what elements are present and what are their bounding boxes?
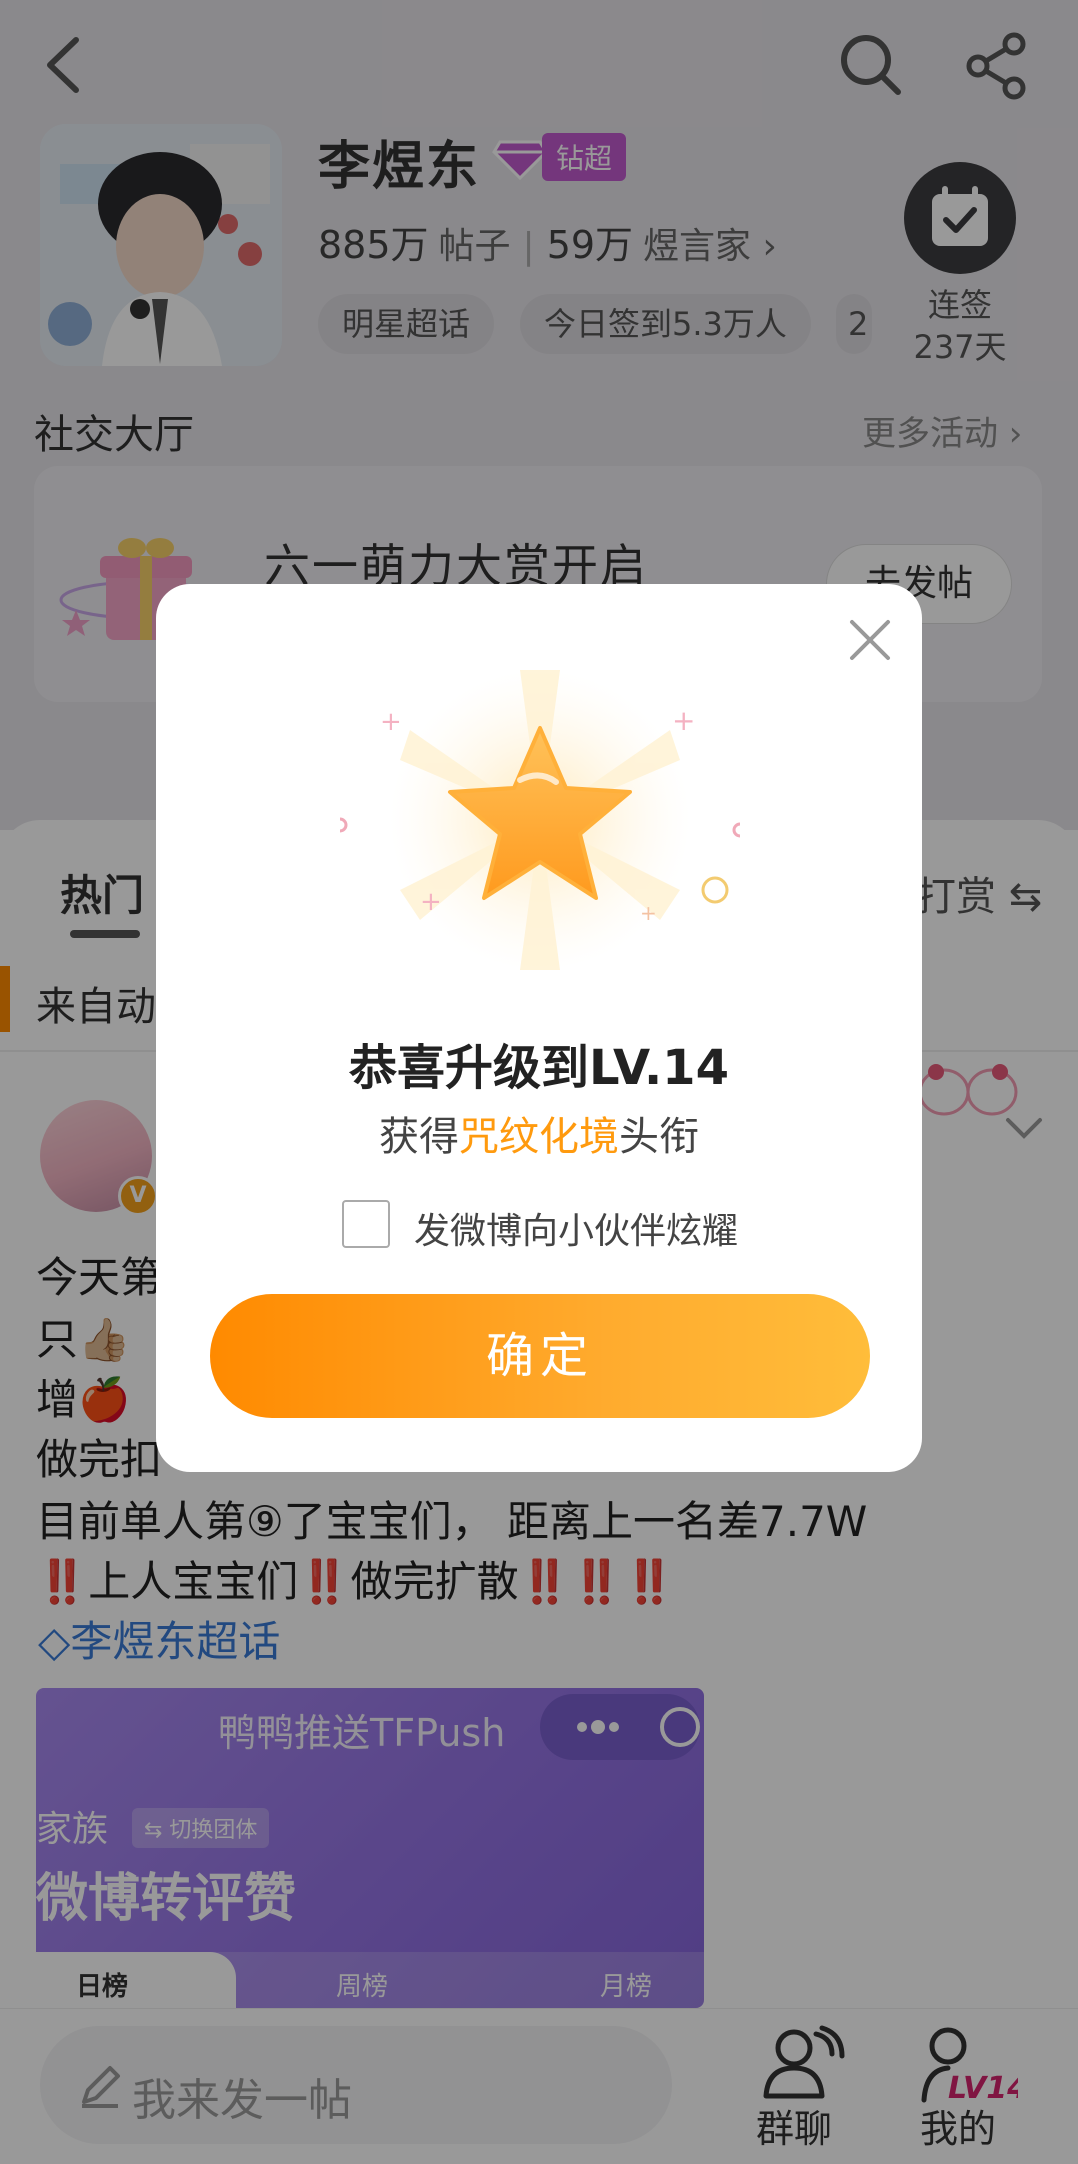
- share-checkbox[interactable]: [342, 1200, 390, 1248]
- close-button[interactable]: [842, 612, 898, 668]
- dialog-subtitle: 获得咒纹化境头衔: [156, 1104, 922, 1162]
- share-checkbox-label[interactable]: 发微博向小伙伴炫耀: [414, 1202, 738, 1254]
- confirm-button[interactable]: 确定: [210, 1294, 870, 1418]
- star-icon: [440, 720, 640, 910]
- svg-text:+: +: [672, 704, 695, 737]
- title-name-highlight: 咒纹化境: [459, 1114, 619, 1160]
- dialog-title: 恭喜升级到LV.14: [349, 1040, 729, 1096]
- close-icon: [850, 620, 890, 660]
- svg-text:+: +: [380, 707, 402, 737]
- subtitle-suffix: 头衔: [619, 1114, 699, 1160]
- svg-text:+: +: [640, 901, 657, 925]
- svg-text:+: +: [420, 887, 442, 917]
- subtitle-prefix: 获得: [379, 1114, 459, 1160]
